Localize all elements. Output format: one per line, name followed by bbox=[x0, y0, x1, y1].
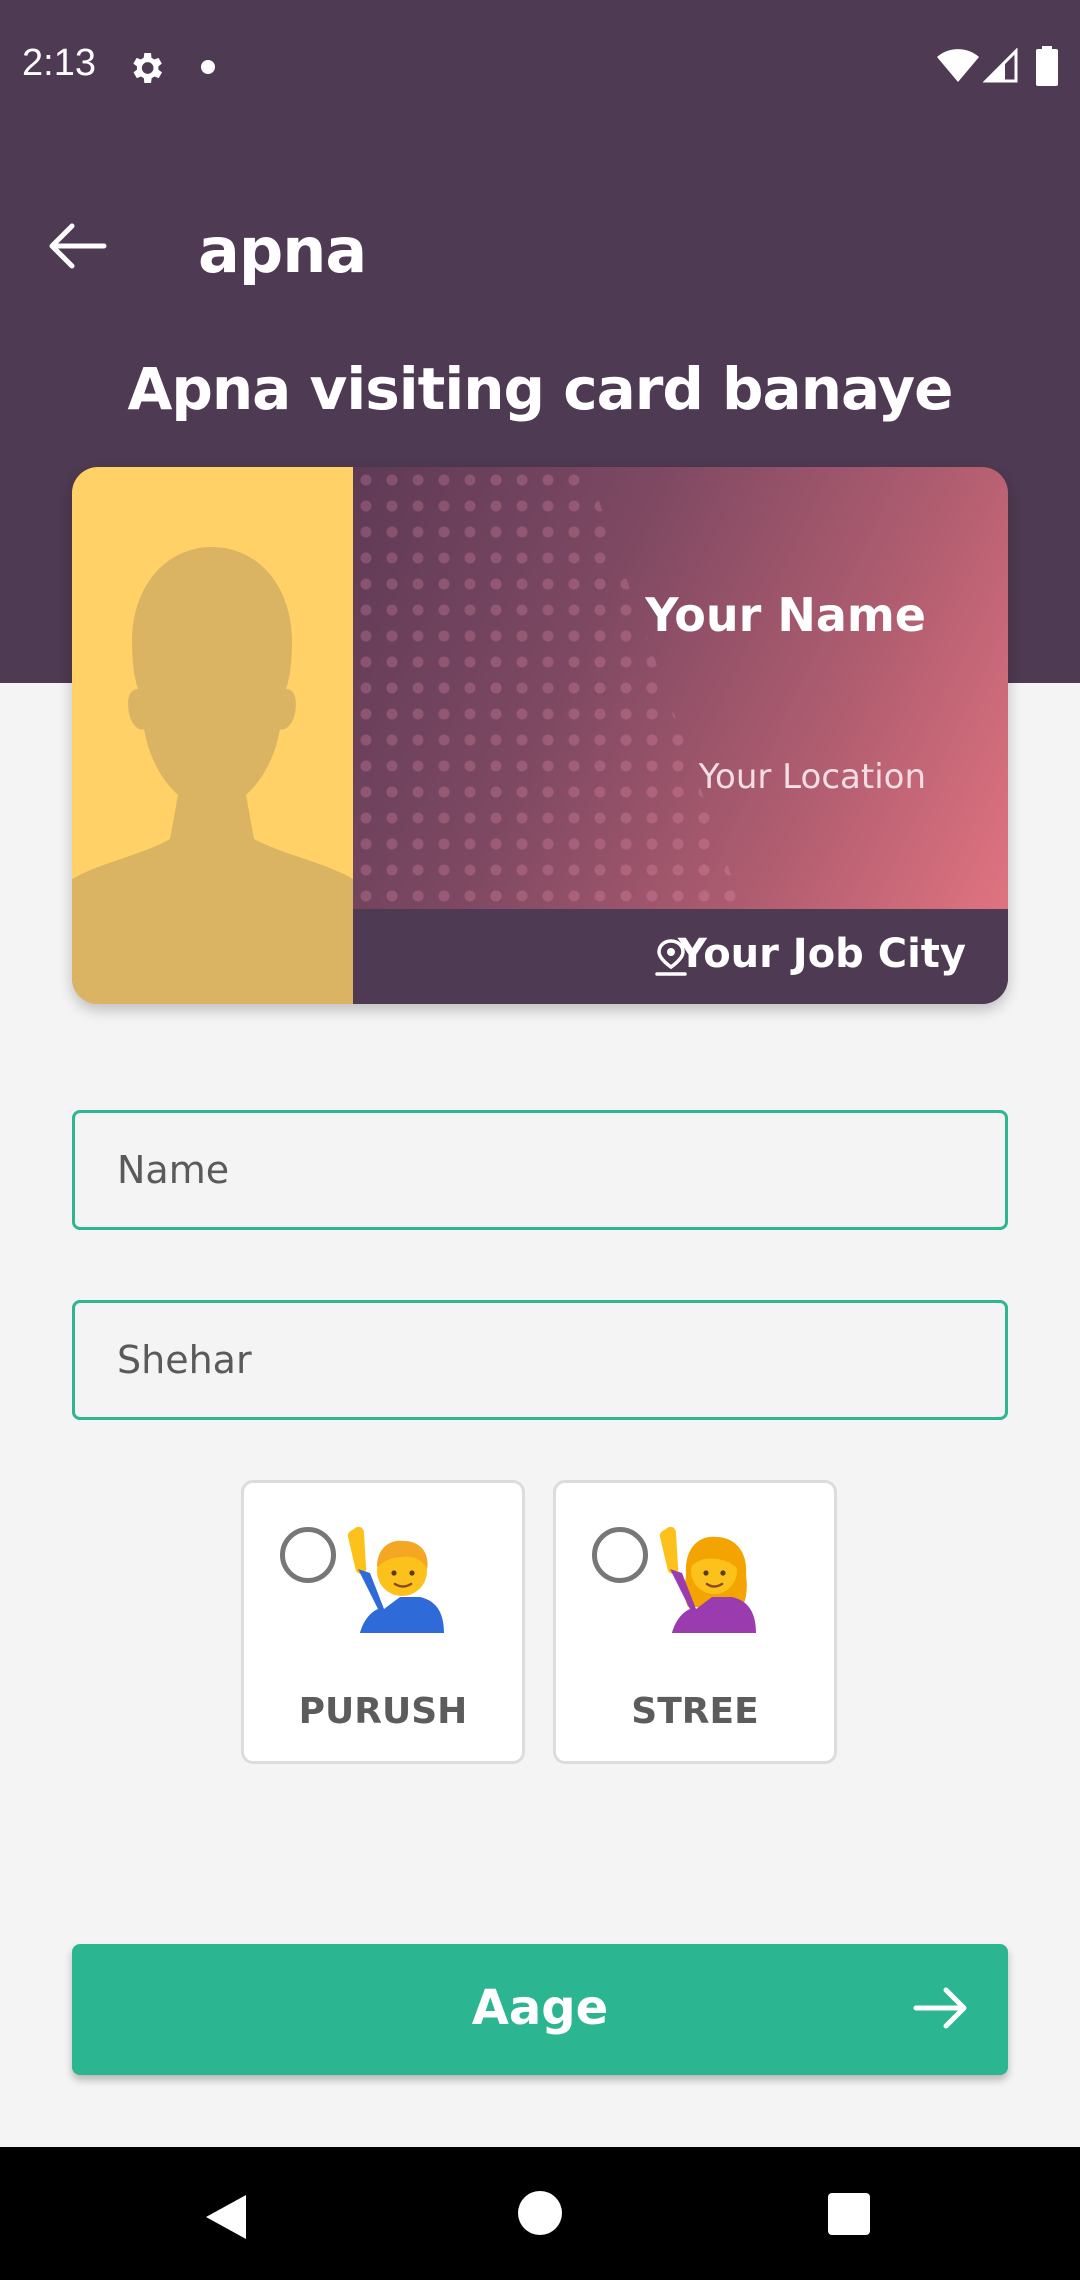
back-triangle-icon[interactable] bbox=[202, 2191, 250, 2243]
gender-option-purush[interactable]: PURUSH bbox=[241, 1480, 525, 1764]
next-button-label: Aage bbox=[471, 1980, 609, 2036]
battery-icon bbox=[1036, 46, 1058, 86]
system-nav-bar bbox=[0, 2147, 1080, 2280]
home-circle-icon[interactable] bbox=[518, 2191, 562, 2235]
gender-option-stree[interactable]: STREE bbox=[553, 1480, 837, 1764]
woman-raising-hand-icon bbox=[659, 1526, 756, 1633]
signal-icon bbox=[983, 48, 1018, 83]
app-brand: apna bbox=[198, 214, 367, 287]
next-button[interactable]: Aage bbox=[72, 1944, 1008, 2075]
city-input[interactable] bbox=[72, 1300, 1008, 1420]
dot-pattern bbox=[353, 467, 743, 909]
card-job-city: Your Job City bbox=[677, 931, 966, 977]
status-bar: 2:13 bbox=[0, 0, 1080, 135]
status-time: 2:13 bbox=[22, 42, 96, 84]
card-name: Your Name bbox=[645, 588, 926, 642]
gear-icon bbox=[133, 53, 162, 83]
person-silhouette-icon bbox=[72, 547, 353, 1004]
radio-button[interactable] bbox=[592, 1527, 648, 1583]
gender-label-stree: STREE bbox=[631, 1691, 759, 1732]
visiting-card-preview: Your Name Your Location Your Job City bbox=[72, 467, 1008, 1004]
card-location: Your Location bbox=[698, 757, 926, 797]
photo-placeholder[interactable] bbox=[72, 467, 353, 1004]
name-input[interactable] bbox=[72, 1110, 1008, 1230]
notification-dot-icon bbox=[201, 60, 215, 74]
card-gradient-area bbox=[353, 467, 1008, 909]
gender-label-purush: PURUSH bbox=[298, 1691, 468, 1732]
man-raising-hand-icon bbox=[347, 1526, 444, 1633]
page-title: Apna visiting card banaye bbox=[127, 355, 953, 423]
wifi-icon bbox=[937, 49, 979, 82]
recents-square-icon[interactable] bbox=[828, 2193, 870, 2235]
card-footer: Your Job City bbox=[353, 909, 1008, 1004]
arrow-right-icon bbox=[913, 1987, 967, 2029]
radio-button[interactable] bbox=[280, 1527, 336, 1583]
arrow-left-icon[interactable] bbox=[44, 220, 110, 272]
